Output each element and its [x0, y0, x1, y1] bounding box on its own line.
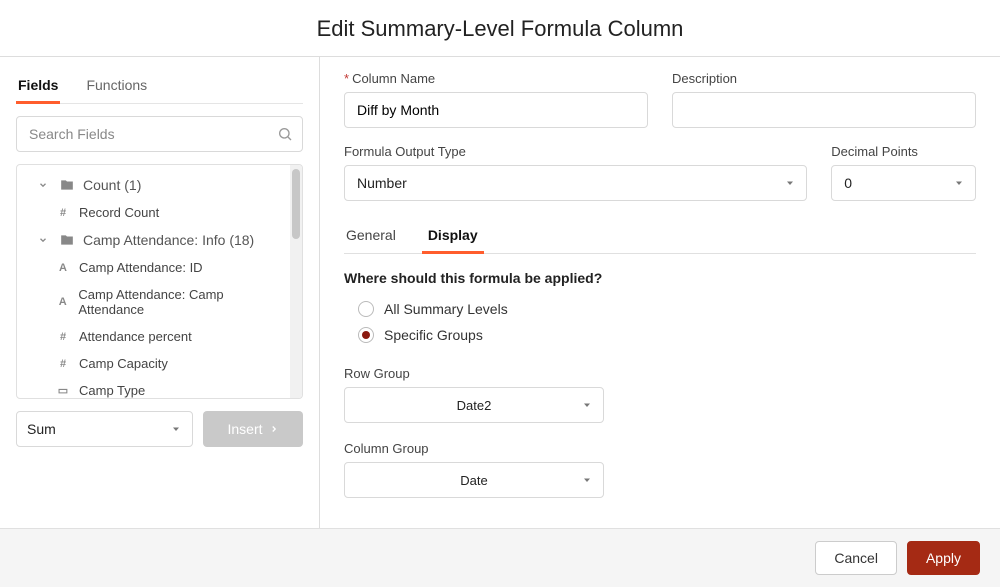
search-input[interactable] — [16, 116, 303, 152]
picklist-icon: ▭ — [55, 384, 71, 397]
tree-group-count[interactable]: Count (1) — [17, 171, 290, 199]
tree-item[interactable]: A Camp Attendance: Camp Attendance — [17, 281, 290, 323]
insert-label: Insert — [227, 421, 262, 437]
scrollbar[interactable] — [290, 165, 302, 398]
row-group-label: Row Group — [344, 366, 976, 381]
right-pane: *Column Name Description Formula Output … — [320, 57, 1000, 528]
output-type-select[interactable]: Number — [344, 165, 807, 201]
row-group-select[interactable]: Date2 — [344, 387, 604, 423]
tree-item[interactable]: # Record Count — [17, 199, 290, 226]
radio-icon — [358, 327, 374, 343]
output-type-label: Formula Output Type — [344, 144, 807, 159]
aggregate-value: Sum — [27, 421, 56, 437]
right-tabs: General Display — [344, 217, 976, 254]
text-icon: A — [55, 262, 71, 274]
description-label: Description — [672, 71, 976, 86]
modal-footer: Cancel Apply — [0, 528, 1000, 587]
aggregate-select[interactable]: Sum — [16, 411, 193, 447]
folder-icon — [59, 178, 75, 192]
tree-item-label: Camp Type — [79, 383, 145, 398]
text-icon: A — [55, 296, 70, 308]
column-group-select[interactable]: Date — [344, 462, 604, 498]
tree-item-label: Camp Attendance: ID — [79, 260, 203, 275]
chevron-down-icon — [784, 177, 796, 189]
tree-group-label: Camp Attendance: Info (18) — [83, 232, 254, 248]
number-icon: # — [55, 358, 71, 370]
chevron-down-icon — [35, 180, 51, 190]
apply-question: Where should this formula be applied? — [344, 270, 976, 286]
output-type-value: Number — [357, 175, 407, 191]
page-title: Edit Summary-Level Formula Column — [0, 16, 1000, 42]
tree-group-label: Count (1) — [83, 177, 141, 193]
tab-display[interactable]: Display — [426, 217, 480, 253]
scrollbar-thumb[interactable] — [292, 169, 300, 239]
number-icon: # — [55, 331, 71, 343]
chevron-down-icon — [170, 423, 182, 435]
tab-general[interactable]: General — [344, 217, 398, 253]
column-name-label: *Column Name — [344, 71, 648, 86]
apply-button[interactable]: Apply — [907, 541, 980, 575]
tree-group-camp[interactable]: Camp Attendance: Info (18) — [17, 226, 290, 254]
tree-item[interactable]: A Camp Attendance: ID — [17, 254, 290, 281]
tree-item-label: Camp Capacity — [79, 356, 168, 371]
chevron-down-icon — [35, 235, 51, 245]
column-group-label: Column Group — [344, 441, 976, 456]
chevron-down-icon — [581, 474, 593, 486]
tab-functions[interactable]: Functions — [84, 71, 149, 103]
tree-item-label: Record Count — [79, 205, 159, 220]
radio-label: Specific Groups — [384, 327, 483, 343]
description-input[interactable] — [672, 92, 976, 128]
number-icon: # — [55, 207, 71, 219]
folder-icon — [59, 233, 75, 247]
cancel-button[interactable]: Cancel — [815, 541, 897, 575]
decimal-label: Decimal Points — [831, 144, 976, 159]
tree-item[interactable]: ▭ Camp Type — [17, 377, 290, 398]
left-pane: Fields Functions — [0, 57, 320, 528]
chevron-right-icon — [269, 424, 279, 434]
search-icon — [277, 126, 293, 142]
tree-item-label: Camp Attendance: Camp Attendance — [78, 287, 284, 317]
column-name-input[interactable] — [344, 92, 648, 128]
tree-item[interactable]: # Camp Capacity — [17, 350, 290, 377]
chevron-down-icon — [953, 177, 965, 189]
tree-item-label: Attendance percent — [79, 329, 192, 344]
column-group-value: Date — [460, 473, 487, 488]
tree-item[interactable]: # Attendance percent — [17, 323, 290, 350]
left-tabs: Fields Functions — [16, 71, 303, 104]
chevron-down-icon — [581, 399, 593, 411]
insert-button[interactable]: Insert — [203, 411, 303, 447]
decimal-select[interactable]: 0 — [831, 165, 976, 201]
field-tree[interactable]: Count (1) # Record Count Camp Attenda — [17, 165, 290, 398]
row-group-value: Date2 — [457, 398, 492, 413]
radio-label: All Summary Levels — [384, 301, 508, 317]
radio-specific-groups[interactable]: Specific Groups — [344, 322, 976, 348]
decimal-value: 0 — [844, 175, 852, 191]
tab-fields[interactable]: Fields — [16, 71, 60, 103]
radio-icon — [358, 301, 374, 317]
radio-all-levels[interactable]: All Summary Levels — [344, 296, 976, 322]
